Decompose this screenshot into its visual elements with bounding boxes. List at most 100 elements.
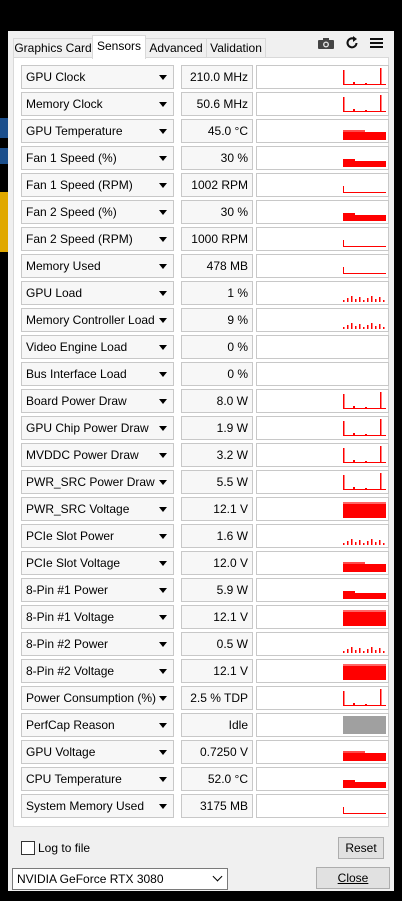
sensor-dropdown[interactable]: CPU Temperature <box>21 767 174 791</box>
sensor-value: 3.2 W <box>216 448 248 462</box>
sensor-label: PWR_SRC Power Draw <box>26 475 155 489</box>
sensor-label: PCIe Slot Power <box>26 529 115 543</box>
sensor-value-box: 3.2 W <box>181 443 253 467</box>
log-to-file-label: Log to file <box>38 841 91 855</box>
sensor-value-box: 45.0 °C <box>181 119 253 143</box>
dropdown-arrow-icon <box>159 453 167 458</box>
sensor-dropdown[interactable]: 8-Pin #2 Power <box>21 632 174 656</box>
sensor-dropdown[interactable]: PWR_SRC Voltage <box>21 497 174 521</box>
dropdown-arrow-icon <box>159 696 167 701</box>
camera-icon[interactable] <box>317 36 335 50</box>
sensor-dropdown[interactable]: MVDDC Power Draw <box>21 443 174 467</box>
sensor-dropdown[interactable]: Memory Used <box>21 254 174 278</box>
sensor-label: GPU Chip Power Draw <box>26 421 149 435</box>
sensor-value: 12.1 V <box>213 610 248 624</box>
sensor-value: 52.0 °C <box>207 772 248 786</box>
sensor-graph <box>256 281 389 305</box>
sensor-value: Idle <box>228 718 248 732</box>
sensor-dropdown[interactable]: Fan 1 Speed (RPM) <box>21 173 174 197</box>
sensor-value: 0 % <box>227 340 248 354</box>
tab-graphics-card[interactable]: Graphics Card <box>13 38 93 58</box>
sensor-value-box: 8.0 W <box>181 389 253 413</box>
sensor-graph <box>256 605 389 629</box>
sensor-label: Bus Interface Load <box>26 367 127 381</box>
sensor-dropdown[interactable]: PerfCap Reason <box>21 713 174 737</box>
sensor-row: Memory Used 478 MB <box>21 254 389 278</box>
sensor-graph <box>256 92 389 116</box>
dropdown-arrow-icon <box>159 588 167 593</box>
sensor-graph <box>256 200 389 224</box>
sensor-label: Fan 1 Speed (%) <box>26 151 117 165</box>
sensor-dropdown[interactable]: Board Power Draw <box>21 389 174 413</box>
sensor-dropdown[interactable]: Fan 1 Speed (%) <box>21 146 174 170</box>
reset-button[interactable]: Reset <box>338 837 384 859</box>
chevron-down-icon <box>212 871 223 882</box>
dropdown-arrow-icon <box>159 642 167 647</box>
sensor-graph <box>256 470 389 494</box>
sensor-dropdown[interactable]: Bus Interface Load <box>21 362 174 386</box>
dropdown-arrow-icon <box>159 426 167 431</box>
sensor-graph <box>256 335 389 359</box>
sensor-label: PCIe Slot Voltage <box>26 556 121 570</box>
sensor-label: PWR_SRC Voltage <box>26 502 130 516</box>
gpu-select[interactable]: NVIDIA GeForce RTX 3080 <box>12 868 228 890</box>
sensor-dropdown[interactable]: Fan 2 Speed (%) <box>21 200 174 224</box>
sensor-dropdown[interactable]: 8-Pin #2 Voltage <box>21 659 174 683</box>
tab-validation[interactable]: Validation <box>206 38 266 58</box>
sensor-graph <box>256 497 389 521</box>
sensor-dropdown[interactable]: PCIe Slot Power <box>21 524 174 548</box>
sensor-row: Bus Interface Load 0 % <box>21 362 389 386</box>
sensor-value-box: 30 % <box>181 146 253 170</box>
refresh-icon[interactable] <box>344 36 362 50</box>
gpu-z-window: Graphics Card Sensors Advanced Validatio… <box>8 31 394 891</box>
sensor-dropdown[interactable]: 8-Pin #1 Power <box>21 578 174 602</box>
close-button[interactable]: Close <box>316 867 390 889</box>
sensor-dropdown[interactable]: Memory Controller Load <box>21 308 174 332</box>
sensor-dropdown[interactable]: GPU Temperature <box>21 119 174 143</box>
sensor-value-box: 0.7250 V <box>181 740 253 764</box>
sensor-value-box: 1002 RPM <box>181 173 253 197</box>
sensor-dropdown[interactable]: GPU Clock <box>21 65 174 89</box>
sensor-row: 8-Pin #2 Voltage 12.1 V <box>21 659 389 683</box>
sensor-value-box: 12.1 V <box>181 659 253 683</box>
sensor-dropdown[interactable]: GPU Chip Power Draw <box>21 416 174 440</box>
sensor-dropdown[interactable]: GPU Load <box>21 281 174 305</box>
tab-advanced[interactable]: Advanced <box>145 38 207 58</box>
sensor-dropdown[interactable]: System Memory Used <box>21 794 174 818</box>
sensor-dropdown[interactable]: Video Engine Load <box>21 335 174 359</box>
sensor-value: 5.5 W <box>216 475 248 489</box>
sensor-graph <box>256 146 389 170</box>
sensor-graph <box>256 686 389 710</box>
sensor-label: CPU Temperature <box>26 772 122 786</box>
dropdown-arrow-icon <box>159 534 167 539</box>
sensor-label: GPU Temperature <box>26 124 123 138</box>
sensor-value: 50.6 MHz <box>196 97 248 111</box>
hamburger-menu-icon[interactable] <box>369 36 387 50</box>
sensor-value: 1002 RPM <box>191 178 248 192</box>
sensor-dropdown[interactable]: Memory Clock <box>21 92 174 116</box>
sensor-value: 30 % <box>220 151 248 165</box>
log-to-file-checkbox[interactable] <box>21 841 35 855</box>
sensor-value: 2.5 % TDP <box>190 691 248 705</box>
sensor-graph <box>256 794 389 818</box>
sensor-value: 0.5 W <box>216 637 248 651</box>
sensor-dropdown[interactable]: 8-Pin #1 Voltage <box>21 605 174 629</box>
sensor-dropdown[interactable]: Power Consumption (%) <box>21 686 174 710</box>
sensor-value: 5.9 W <box>216 583 248 597</box>
tab-sensors[interactable]: Sensors <box>92 35 146 59</box>
sensor-graph <box>256 659 389 683</box>
sensor-value: 12.1 V <box>213 664 248 678</box>
dropdown-arrow-icon <box>159 129 167 134</box>
sensor-graph <box>256 308 389 332</box>
sensor-value-box: 1 % <box>181 281 253 305</box>
sensor-dropdown[interactable]: PCIe Slot Voltage <box>21 551 174 575</box>
sensor-dropdown[interactable]: PWR_SRC Power Draw <box>21 470 174 494</box>
sensor-row: 8-Pin #1 Power 5.9 W <box>21 578 389 602</box>
dropdown-arrow-icon <box>159 102 167 107</box>
sensor-dropdown[interactable]: GPU Voltage <box>21 740 174 764</box>
sensor-label: MVDDC Power Draw <box>26 448 139 462</box>
sensor-graph <box>256 227 389 251</box>
sensor-row: 8-Pin #2 Power 0.5 W <box>21 632 389 656</box>
sensor-row: GPU Voltage 0.7250 V <box>21 740 389 764</box>
sensor-dropdown[interactable]: Fan 2 Speed (RPM) <box>21 227 174 251</box>
